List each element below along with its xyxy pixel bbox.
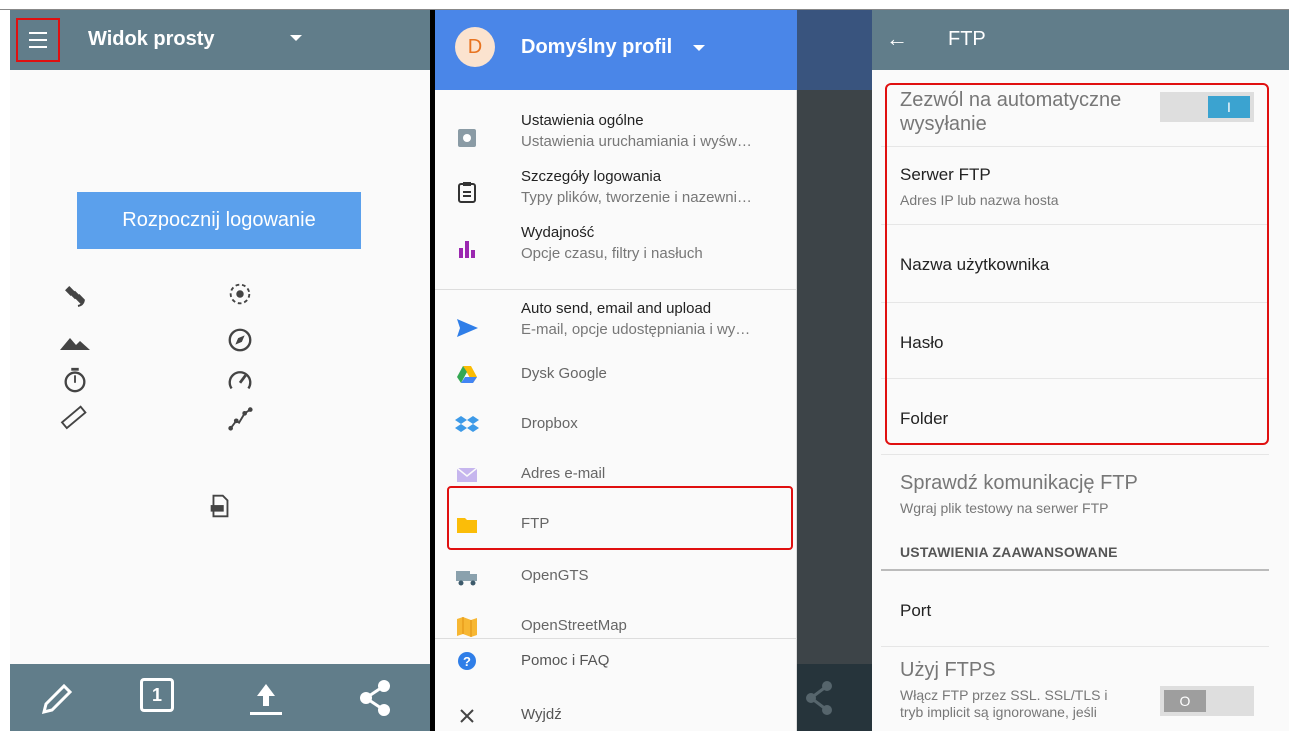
dropdown-arrow-icon[interactable] <box>290 35 302 41</box>
help-icon: ? <box>458 652 476 670</box>
ftp-highlight <box>447 486 793 550</box>
truck-icon <box>456 571 477 586</box>
share-icon[interactable] <box>354 676 398 720</box>
port-setting[interactable]: Port <box>881 571 1269 647</box>
menu-item-performance[interactable]: Wydajność Opcje czasu, filtry i nasłuch <box>435 224 797 268</box>
test-ftp-setting[interactable]: Sprawdź komunikację FTP Wgraj plik testo… <box>881 460 1269 530</box>
track-points-icon <box>228 407 253 431</box>
ftps-toggle[interactable]: O <box>1160 686 1254 716</box>
menu-item-subtitle: Ustawienia uruchamiania i wyśw… <box>521 133 752 150</box>
gps-fixed-icon <box>229 283 251 305</box>
setting-label: Sprawdź komunikację FTP <box>900 472 1138 494</box>
page-number-icon[interactable]: 1 <box>140 678 174 712</box>
menu-item-auto-send[interactable]: Auto send, email and upload E-mail, opcj… <box>435 300 797 344</box>
file-icon <box>210 494 229 518</box>
menu-item-help[interactable]: ? Pomoc i FAQ <box>435 646 797 676</box>
terrain-icon <box>60 338 90 350</box>
menu-item-google-drive[interactable]: Dysk Google <box>435 360 797 390</box>
dropbox-icon <box>455 416 479 432</box>
menu-icon[interactable] <box>16 18 60 62</box>
ftp-fields-highlight <box>885 83 1269 445</box>
upload-icon[interactable] <box>244 676 288 720</box>
menu-item-exit[interactable]: Wyjdź <box>435 696 797 726</box>
setting-subtitle: tryb implicit są ignorowane, jeśli <box>900 704 1097 720</box>
setting-subtitle: Włącz FTP przez SSL. SSL/TLS i <box>900 687 1108 703</box>
view-selector-title[interactable]: Widok prosty <box>88 28 215 51</box>
menu-item-title: Wydajność <box>521 224 595 241</box>
menu-item-title: Dysk Google <box>521 365 607 382</box>
app-toolbar: Widok prosty <box>10 10 430 70</box>
menu-item-dropbox[interactable]: Dropbox <box>435 410 797 440</box>
pencil-icon[interactable] <box>36 676 80 720</box>
setting-label: Użyj FTPS <box>900 659 996 681</box>
timer-icon <box>64 367 86 393</box>
navigation-drawer-screen: D Domyślny profil Ustawienia ogólne Usta… <box>435 10 872 731</box>
menu-item-title: Szczegóły logowania <box>521 168 662 185</box>
ftp-settings-screen: ← FTP Zezwól na automatyczne wysyłanie I… <box>872 10 1289 731</box>
menu-item-opengts[interactable]: OpenGTS <box>435 562 797 592</box>
speedometer-icon <box>228 371 252 390</box>
avatar[interactable]: D <box>455 27 495 67</box>
start-logging-button[interactable]: Rozpocznij logowanie <box>77 192 361 249</box>
simple-view-screen: Widok prosty Rozpocznij logowanie 1 <box>10 10 430 731</box>
bottom-toolbar: 1 <box>10 664 430 731</box>
compass-icon <box>228 328 252 352</box>
back-arrow-icon[interactable]: ← <box>886 26 908 52</box>
menu-item-general-settings[interactable]: Ustawienia ogólne Ustawienia uruchamiani… <box>435 112 797 156</box>
menu-divider <box>435 289 797 290</box>
menu-item-title: Adres e-mail <box>521 465 606 482</box>
menu-item-title: Dropbox <box>521 415 578 432</box>
email-icon <box>456 467 478 482</box>
setting-label: Port <box>900 601 932 620</box>
google-drive-icon <box>457 366 477 383</box>
page-title: FTP <box>948 28 986 50</box>
menu-item-subtitle: E-mail, opcje udostępniania i wy… <box>521 321 751 338</box>
drawer-header: D Domyślny profil <box>435 10 797 90</box>
chevron-down-icon[interactable] <box>693 45 705 51</box>
toggle-knob: O <box>1164 690 1206 712</box>
menu-item-title: OpenGTS <box>521 567 589 584</box>
clipboard-icon <box>458 182 476 203</box>
menu-item-subtitle: Opcje czasu, filtry i nasłuch <box>521 245 703 262</box>
menu-item-title: Ustawienia ogólne <box>521 112 644 129</box>
dimmed-background <box>797 10 872 731</box>
drawer-menu: Ustawienia ogólne Ustawienia uruchamiani… <box>435 90 797 731</box>
satellite-icon <box>65 286 85 307</box>
profile-selector[interactable]: Domyślny profil <box>521 36 672 59</box>
advanced-settings-header: USTAWIENIA ZAAWANSOWANE <box>900 544 1118 560</box>
menu-item-title: Auto send, email and upload <box>521 300 712 317</box>
settings-toolbar: ← FTP <box>872 10 1289 70</box>
menu-item-title: OpenStreetMap <box>521 617 627 634</box>
ruler-icon <box>60 405 87 430</box>
menu-item-logging-details[interactable]: Szczegóły logowania Typy plików, tworzen… <box>435 168 797 212</box>
settings-icon <box>458 129 476 147</box>
setting-subtitle: Wgraj plik testowy na serwer FTP <box>900 500 1109 516</box>
svg-text:?: ? <box>463 654 471 669</box>
map-icon <box>457 617 477 637</box>
share-icon <box>806 681 832 715</box>
menu-item-title: Wyjdź <box>521 706 562 723</box>
menu-item-subtitle: Typy plików, tworzenie i nazewni… <box>521 189 752 206</box>
send-icon <box>457 319 478 337</box>
menu-item-title: Pomoc i FAQ <box>521 652 610 669</box>
close-icon <box>460 709 474 723</box>
menu-divider <box>435 638 797 639</box>
bar-chart-icon <box>459 241 475 258</box>
